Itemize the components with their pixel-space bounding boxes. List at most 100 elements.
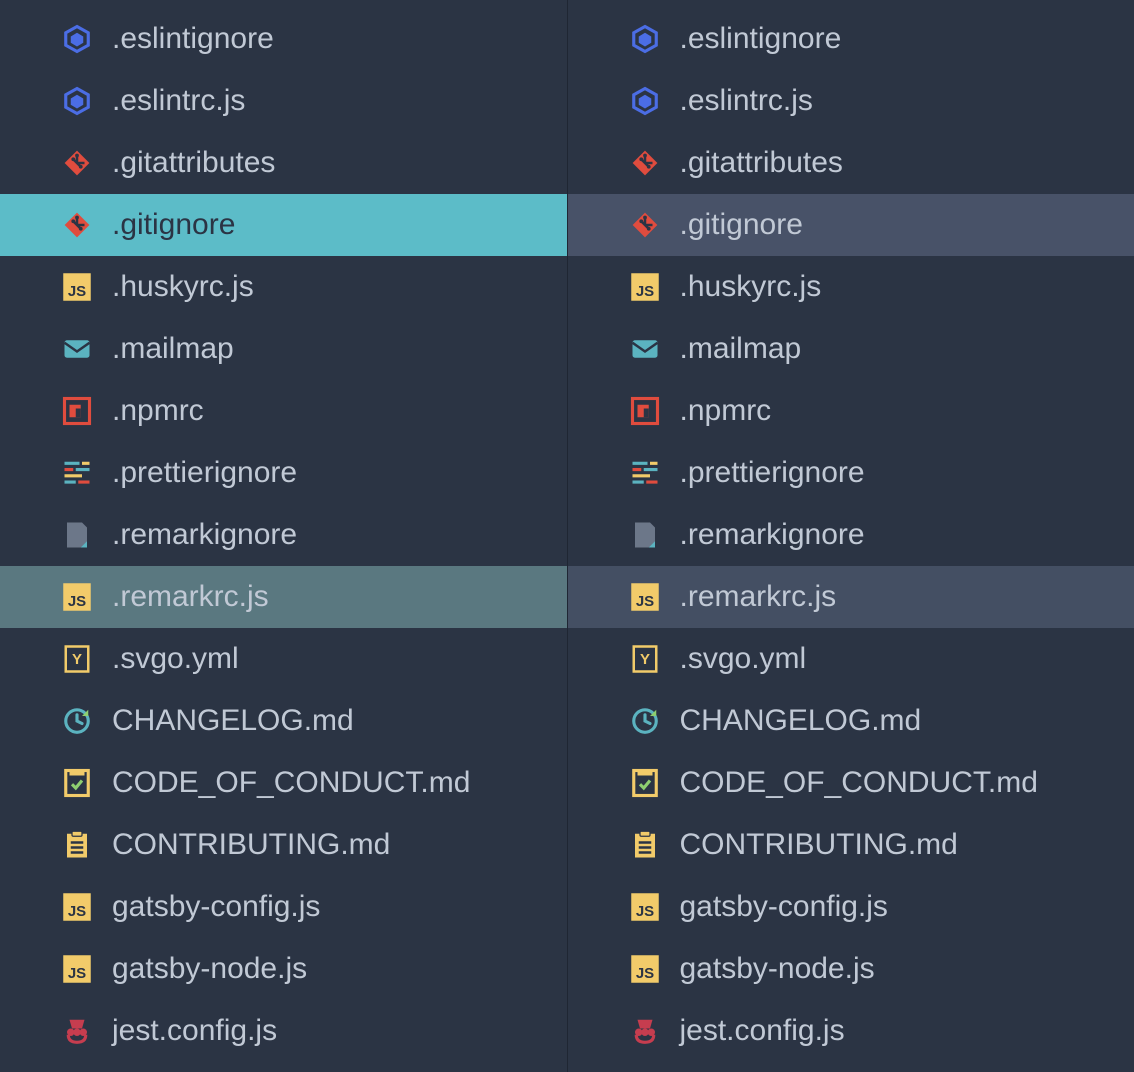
file-row[interactable]: Y .svgo.yml <box>568 628 1134 690</box>
yml-icon: Y <box>630 644 660 674</box>
file-name-label: .npmrc <box>680 394 772 428</box>
file-row[interactable]: .npmrc <box>568 380 1134 442</box>
file-row[interactable]: CHANGELOG.md <box>568 690 1134 752</box>
npm-icon <box>630 396 660 426</box>
eslint-icon <box>630 86 660 116</box>
file-name-label: .remarkrc.js <box>112 580 269 614</box>
prettier-icon <box>630 458 660 488</box>
svg-text:JS: JS <box>635 283 653 300</box>
svg-text:JS: JS <box>635 903 653 920</box>
file-row[interactable]: jest.config.js <box>0 1000 567 1062</box>
file-icon <box>62 520 92 550</box>
file-row[interactable]: JS gatsby-config.js <box>0 876 567 938</box>
file-row[interactable]: JS gatsby-node.js <box>0 938 567 1000</box>
file-name-label: .eslintrc.js <box>680 84 813 118</box>
eslint-icon <box>630 24 660 54</box>
file-name-label: CHANGELOG.md <box>112 704 354 738</box>
git-icon <box>630 148 660 178</box>
eslint-icon <box>62 24 92 54</box>
changelog-icon <box>630 706 660 736</box>
file-row[interactable]: CODE_OF_CONDUCT.md <box>568 752 1134 814</box>
jest-icon <box>62 1016 92 1046</box>
file-name-label: .gitattributes <box>112 146 275 180</box>
js-icon: JS <box>630 892 660 922</box>
file-name-label: .eslintignore <box>680 22 842 56</box>
file-name-label: .prettierignore <box>680 456 865 490</box>
js-icon: JS <box>630 954 660 984</box>
file-row[interactable]: JS.huskyrc.js <box>568 256 1134 318</box>
file-row[interactable]: CONTRIBUTING.md <box>568 814 1134 876</box>
js-icon: JS <box>630 272 660 302</box>
file-row[interactable]: JS .remarkrc.js <box>0 566 567 628</box>
svg-text:Y: Y <box>72 651 82 668</box>
file-tree-left: .eslintignore.eslintrc.js .gitattributes.… <box>0 0 567 1072</box>
js-icon: JS <box>62 954 92 984</box>
file-name-label: .remarkignore <box>112 518 297 552</box>
file-row[interactable]: Y .svgo.yml <box>0 628 567 690</box>
file-name-label: .svgo.yml <box>112 642 239 676</box>
file-row[interactable]: CHANGELOG.md <box>0 690 567 752</box>
file-row[interactable]: JS gatsby-node.js <box>568 938 1134 1000</box>
file-row[interactable]: .mailmap <box>0 318 567 380</box>
contributing-icon <box>630 830 660 860</box>
file-name-label: .mailmap <box>680 332 802 366</box>
contributing-icon <box>62 830 92 860</box>
file-name-label: .remarkignore <box>680 518 865 552</box>
file-row[interactable]: .gitignore <box>568 194 1134 256</box>
git-icon <box>62 148 92 178</box>
npm-icon <box>62 396 92 426</box>
conduct-icon <box>630 768 660 798</box>
file-name-label: .gitattributes <box>680 146 843 180</box>
file-name-label: gatsby-config.js <box>112 890 320 924</box>
eslint-icon <box>62 86 92 116</box>
file-row[interactable]: JS .remarkrc.js <box>568 566 1134 628</box>
js-icon: JS <box>62 272 92 302</box>
file-row[interactable]: .npmrc <box>0 380 567 442</box>
file-row[interactable]: CONTRIBUTING.md <box>0 814 567 876</box>
svg-text:JS: JS <box>635 593 653 610</box>
changelog-icon <box>62 706 92 736</box>
svg-text:JS: JS <box>68 903 86 920</box>
file-name-label: .remarkrc.js <box>680 580 837 614</box>
file-row[interactable]: .remarkignore <box>568 504 1134 566</box>
svg-text:JS: JS <box>68 593 86 610</box>
svg-text:JS: JS <box>68 965 86 982</box>
file-name-label: CONTRIBUTING.md <box>112 828 390 862</box>
file-name-label: gatsby-node.js <box>112 952 307 986</box>
conduct-icon <box>62 768 92 798</box>
file-name-label: .mailmap <box>112 332 234 366</box>
file-name-label: .prettierignore <box>112 456 297 490</box>
file-name-label: CODE_OF_CONDUCT.md <box>112 766 470 800</box>
file-row[interactable]: .gitattributes <box>0 132 567 194</box>
file-row[interactable]: .mailmap <box>568 318 1134 380</box>
file-name-label: .huskyrc.js <box>112 270 254 304</box>
file-name-label: .svgo.yml <box>680 642 807 676</box>
file-row[interactable]: .gitignore <box>0 194 567 256</box>
file-name-label: CONTRIBUTING.md <box>680 828 958 862</box>
file-row[interactable]: .remarkignore <box>0 504 567 566</box>
file-row[interactable]: .gitattributes <box>568 132 1134 194</box>
file-name-label: .gitignore <box>112 208 235 242</box>
file-row[interactable]: jest.config.js <box>568 1000 1134 1062</box>
file-row[interactable]: .eslintignore <box>568 8 1134 70</box>
file-name-label: CODE_OF_CONDUCT.md <box>680 766 1038 800</box>
file-row[interactable]: JS .huskyrc.js <box>0 256 567 318</box>
file-row[interactable]: .eslintrc.js <box>568 70 1134 132</box>
file-row[interactable]: .eslintignore <box>0 8 567 70</box>
svg-text:JS: JS <box>635 965 653 982</box>
file-row[interactable]: .eslintrc.js <box>0 70 567 132</box>
file-name-label: .gitignore <box>680 208 803 242</box>
file-name-label: gatsby-node.js <box>680 952 875 986</box>
file-row[interactable]: .prettierignore <box>568 442 1134 504</box>
file-name-label: jest.config.js <box>112 1014 277 1048</box>
file-name-label: gatsby-config.js <box>680 890 888 924</box>
jest-icon <box>630 1016 660 1046</box>
file-row[interactable]: JS gatsby-config.js <box>568 876 1134 938</box>
svg-text:JS: JS <box>68 283 86 300</box>
js-icon: JS <box>630 582 660 612</box>
mail-icon <box>62 334 92 364</box>
file-row[interactable]: CODE_OF_CONDUCT.md <box>0 752 567 814</box>
file-name-label: jest.config.js <box>680 1014 845 1048</box>
file-row[interactable]: .prettierignore <box>0 442 567 504</box>
file-icon <box>630 520 660 550</box>
